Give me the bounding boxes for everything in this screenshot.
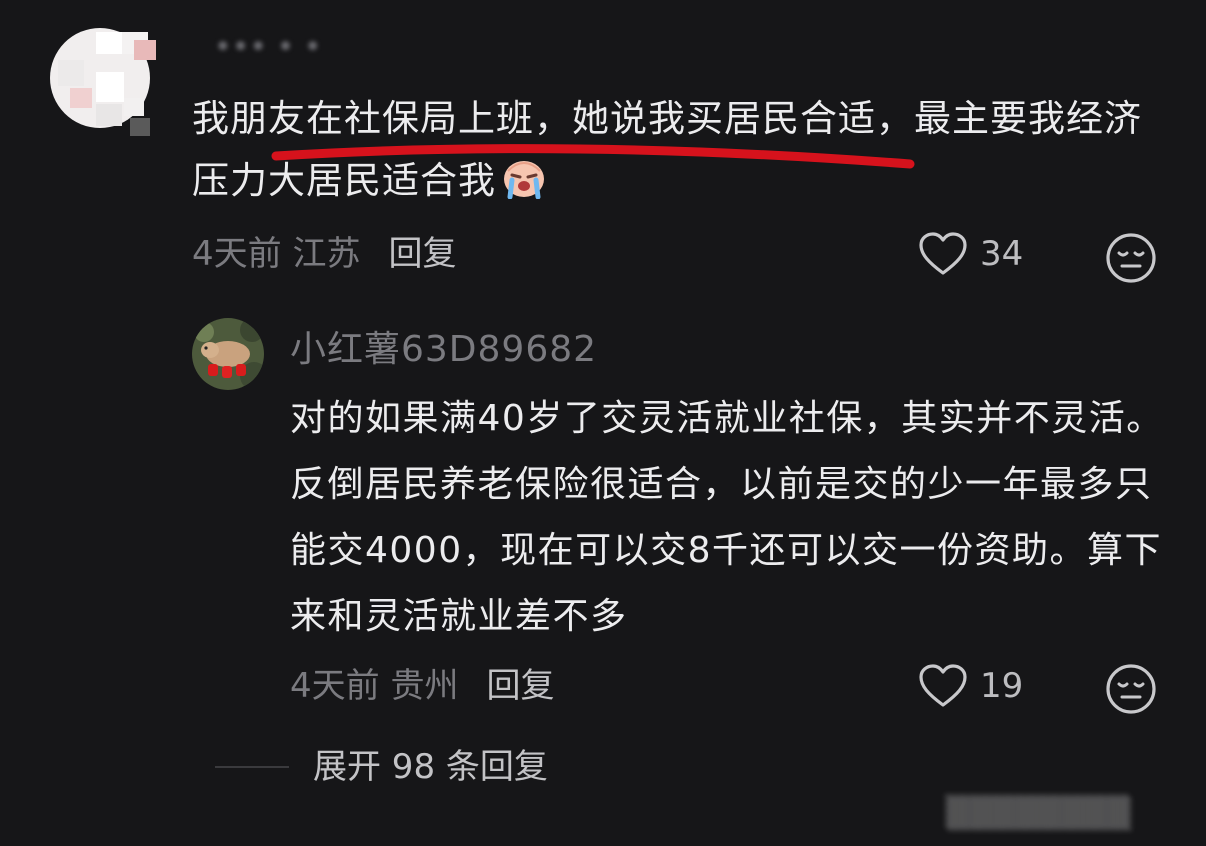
red-underline-annotation	[271, 144, 915, 169]
commenter-username[interactable]: ••• • ••	[214, 34, 324, 62]
reply-time-location: 4天前 贵州	[290, 666, 459, 706]
dislike-face-icon[interactable]	[1105, 663, 1157, 715]
reply-like-button[interactable]: 19	[918, 663, 1023, 709]
watermark: ▒▒▒▒▒▒▒▒	[946, 796, 1131, 831]
reply-username[interactable]: 小红薯63D89682	[290, 328, 597, 372]
reply-avatar[interactable]	[192, 318, 264, 390]
commenter-avatar[interactable]	[48, 18, 160, 136]
reply-reply-button[interactable]: 回复	[486, 666, 554, 706]
comment-reply-button[interactable]: 回复	[388, 234, 456, 274]
comment-like-button[interactable]: 34	[918, 231, 1023, 277]
comment-time-location: 4天前 江苏	[192, 234, 361, 274]
comment-meta: 4天前 江苏 回复	[192, 234, 456, 274]
reply-text: 对的如果满40岁了交灵活就业社保，其实并不灵活。反倒居民养老保险很适合，以前是交…	[290, 398, 1164, 637]
comment-like-count: 34	[980, 234, 1024, 274]
expand-replies-button[interactable]: 展开 98 条回复	[313, 746, 548, 788]
heart-icon[interactable]	[918, 663, 968, 709]
reply-like-count: 19	[980, 666, 1024, 706]
dislike-face-icon[interactable]	[1105, 232, 1157, 284]
expand-divider	[215, 766, 289, 768]
heart-icon[interactable]	[918, 231, 968, 277]
reply-meta: 4天前 贵州 回复	[290, 666, 554, 706]
